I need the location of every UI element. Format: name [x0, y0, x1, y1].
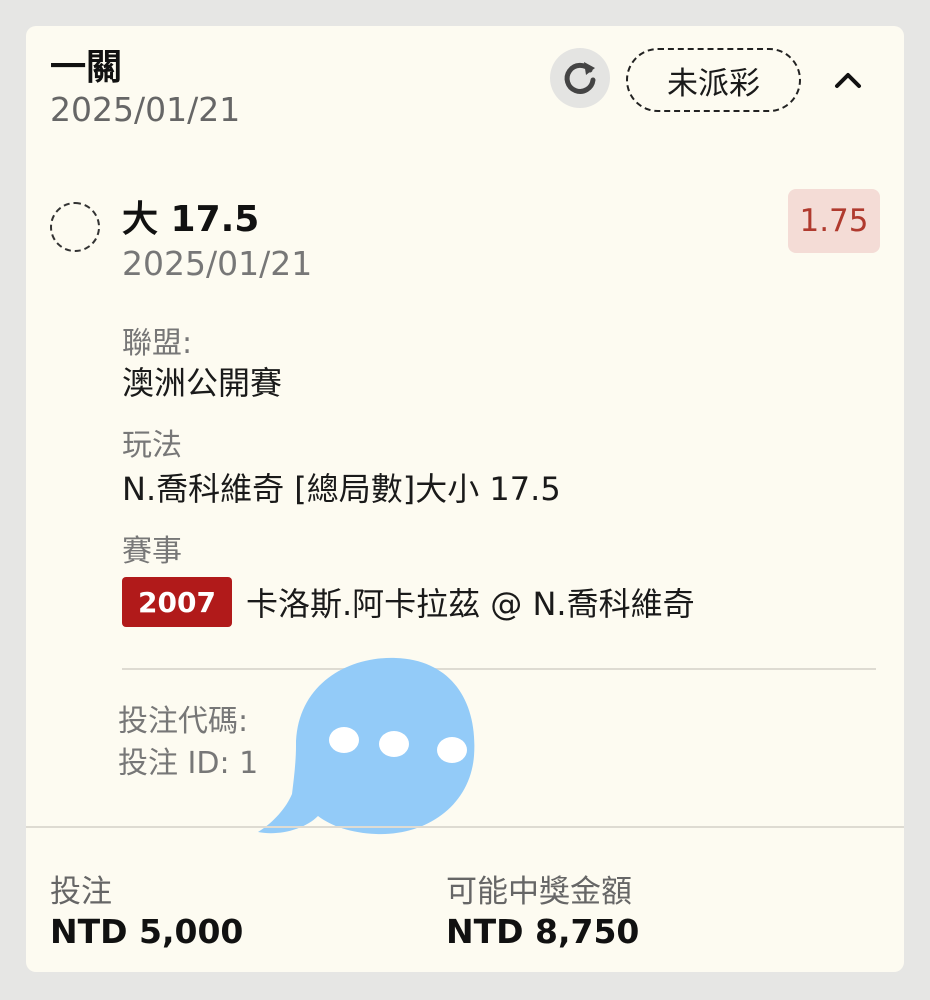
event-row: 2007 卡洛斯.阿卡拉茲 @ N.喬科維奇 [122, 576, 695, 628]
bet-date: 2025/01/21 [50, 90, 241, 129]
stake-value: NTD 5,000 [50, 912, 244, 951]
market-value: N.喬科維奇 [總局數]大小 17.5 [122, 470, 561, 508]
bet-slip-card: 一關 2025/01/21 未派彩 大 17.5 2025/01/21 1.75… [26, 26, 904, 972]
selection-radio[interactable] [50, 202, 100, 252]
divider [122, 668, 876, 670]
league-label: 聯盟: [122, 326, 193, 361]
event-code-badge: 2007 [122, 577, 232, 627]
selection-name: 大 17.5 [122, 199, 260, 240]
league-value: 澳洲公開賽 [122, 364, 283, 402]
status-badge: 未派彩 [626, 48, 801, 112]
bet-code-label: 投注代碼: [118, 704, 249, 739]
bet-type-title: 一關 [50, 47, 123, 88]
refresh-button[interactable] [550, 48, 610, 108]
market-label: 玩法 [122, 428, 182, 463]
event-label: 賽事 [122, 534, 182, 569]
footer-divider [26, 826, 904, 828]
payout-label: 可能中獎金額 [446, 874, 632, 910]
refresh-icon [564, 62, 596, 94]
bet-id-label: 投注 ID: 1 [118, 746, 259, 781]
odds-badge: 1.75 [788, 189, 880, 253]
payout-value: NTD 8,750 [446, 912, 640, 951]
collapse-button[interactable] [828, 60, 868, 100]
chevron-up-icon [835, 73, 861, 88]
stake-label: 投注 [50, 874, 112, 910]
selection-date: 2025/01/21 [122, 244, 313, 283]
event-name: 卡洛斯.阿卡拉茲 @ N.喬科維奇 [245, 585, 695, 623]
chat-bubble-icon[interactable] [256, 646, 486, 846]
